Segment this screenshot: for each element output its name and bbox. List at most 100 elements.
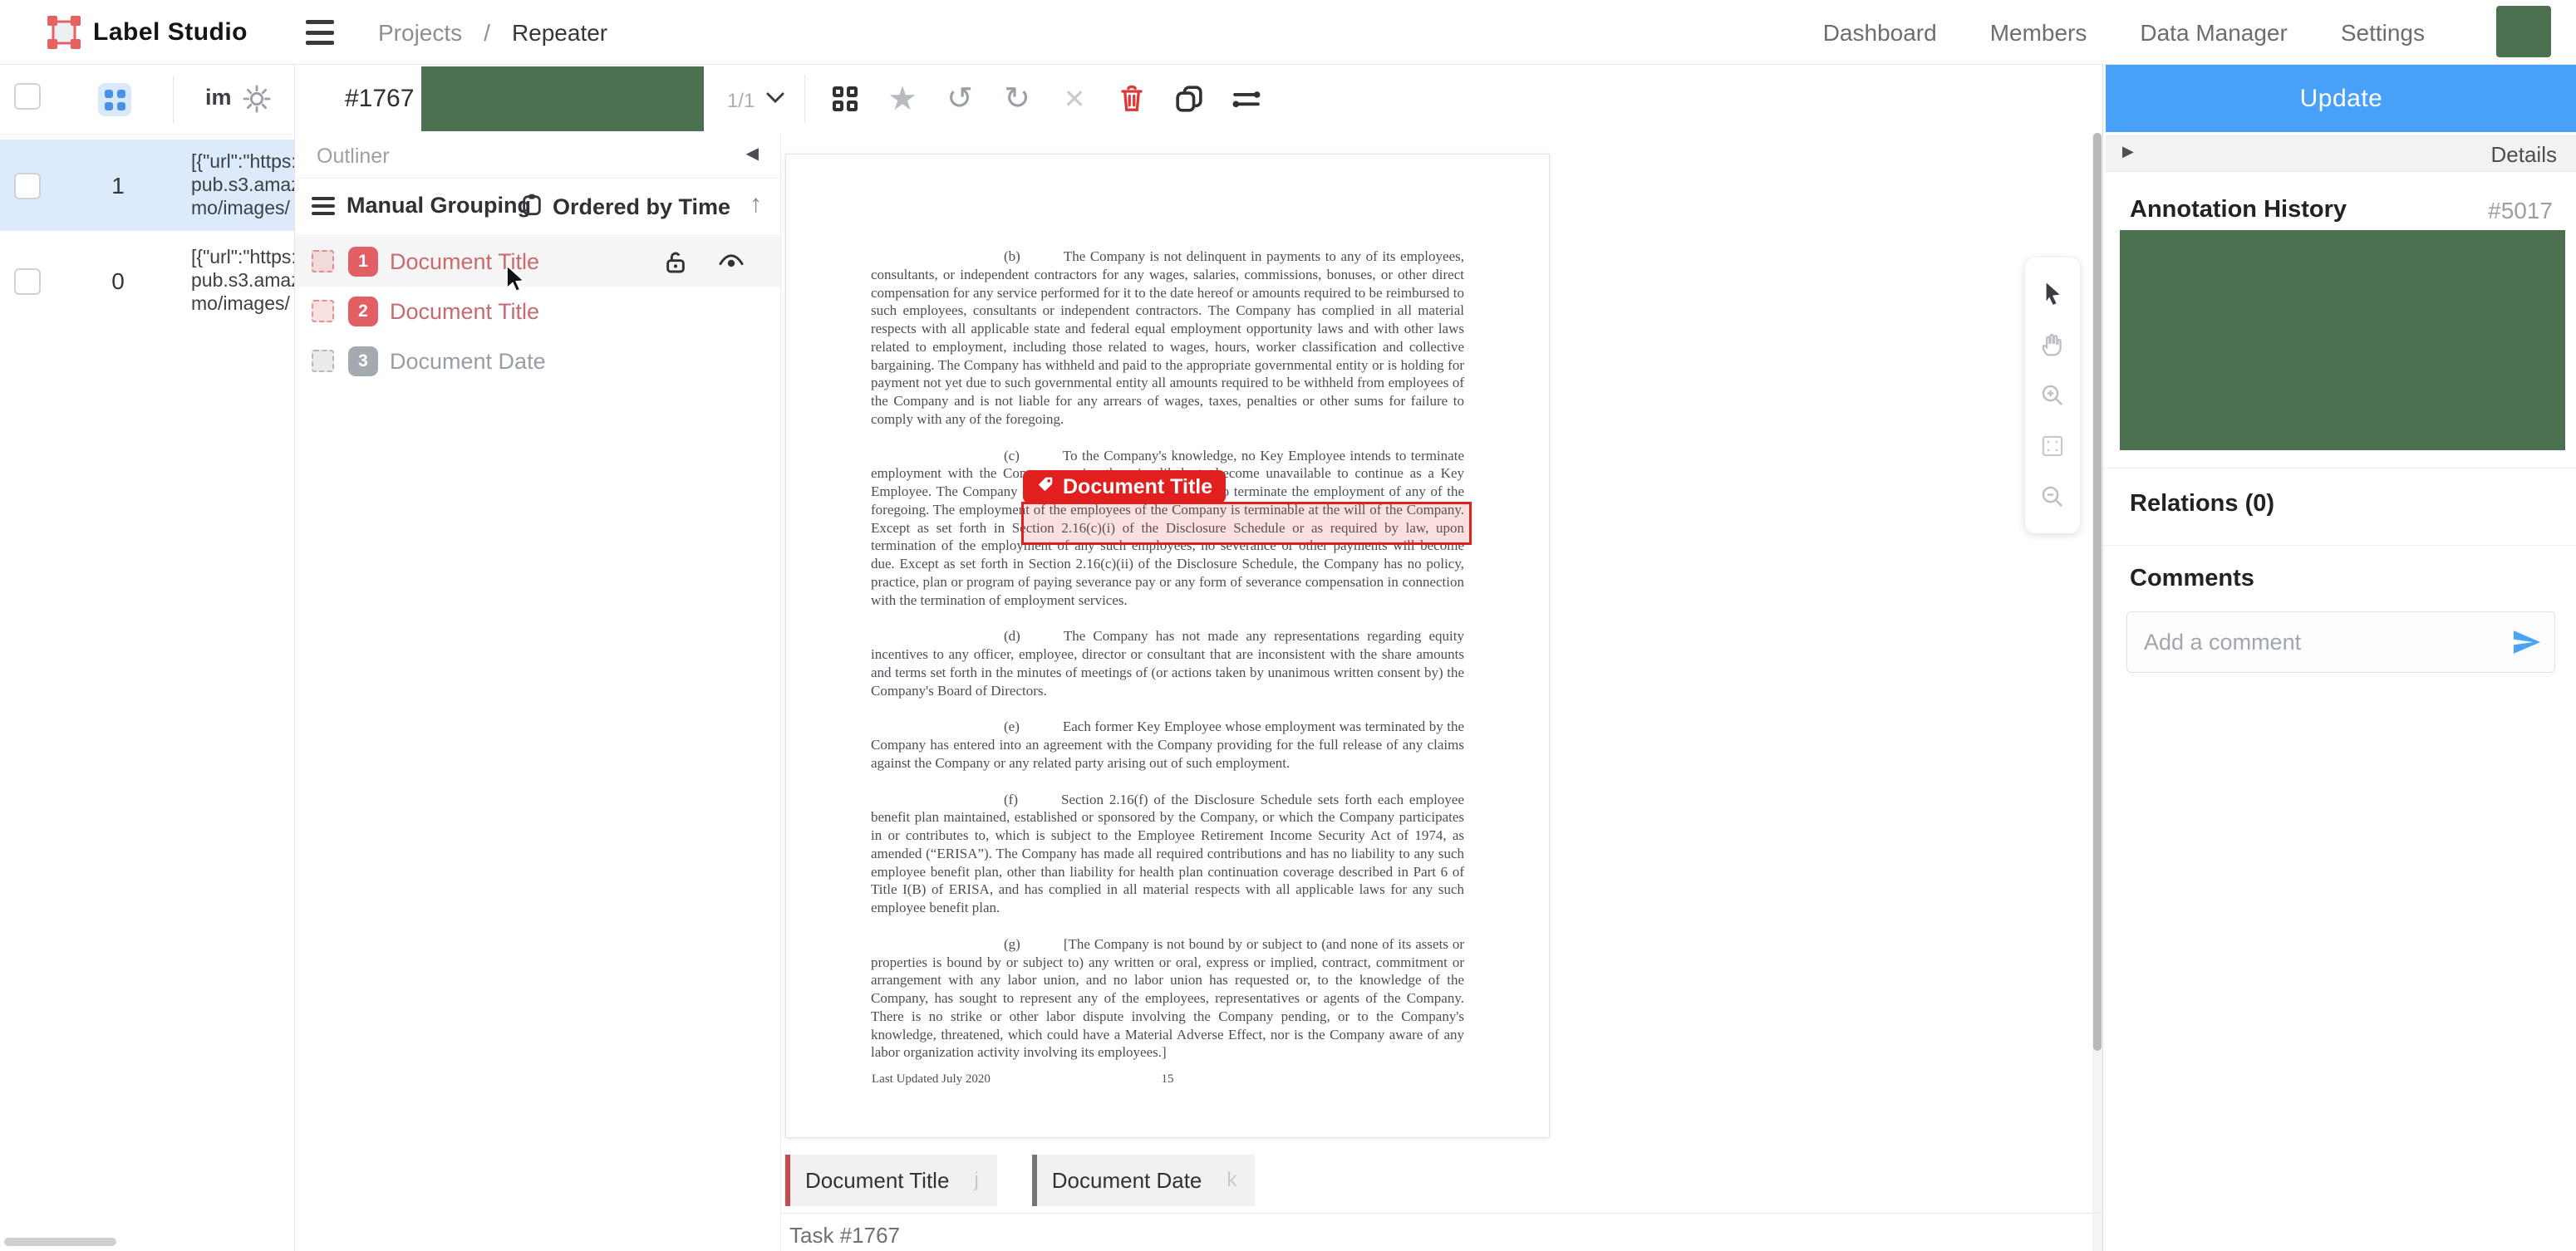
redacted-history-block (2120, 230, 2565, 450)
zoom-in-tool-icon[interactable] (2036, 379, 2069, 412)
collapse-panel-icon[interactable]: ◀ (746, 143, 759, 164)
toolbar-divider (804, 75, 805, 123)
document-image[interactable]: (b)The Company is not delinquent in paym… (785, 154, 1550, 1138)
task-checkbox[interactable] (14, 173, 41, 199)
annotation-id: #5017 (2488, 198, 2553, 224)
ordering-selector[interactable]: Ordered by Time (521, 193, 730, 222)
duplicate-annotation-icon[interactable] (1172, 82, 1206, 115)
region-row-document-title-1[interactable]: 1 Document Title (295, 237, 780, 287)
breadcrumb-separator: / (484, 20, 490, 47)
comment-input[interactable] (2144, 612, 2493, 672)
region-label[interactable]: Document Title (390, 299, 539, 325)
divider (2103, 468, 2576, 469)
top-nav-links: Dashboard Members Data Manager Settings (1823, 20, 2425, 47)
region-index-badge: 2 (348, 297, 378, 326)
task-data-cell: [{"url":"https:/ pub.s3.amaz mo/images/ (191, 150, 294, 219)
task-footer-label: Task #1767 (789, 1223, 900, 1249)
task-row[interactable]: 0 [{"url":"https:/ pub.s3.amaz mo/images… (0, 235, 294, 326)
ground-truth-star-icon[interactable]: ★ (886, 82, 919, 115)
region-label[interactable]: Document Date (390, 349, 546, 375)
region-index-badge: 3 (348, 346, 378, 376)
task-data-cell: [{"url":"https:/ pub.s3.amaz mo/images/ (191, 245, 294, 315)
user-avatar[interactable] (2496, 6, 2551, 57)
region-row-document-date[interactable]: 3 Document Date (295, 336, 780, 386)
outliner-title: Outliner (317, 145, 390, 169)
horizontal-scrollbar[interactable] (4, 1238, 116, 1246)
redacted-annotator-info (421, 66, 704, 131)
label-chips-row: Document Titlej Document Datek (785, 1155, 1255, 1206)
annotation-canvas[interactable]: (b)The Company is not delinquent in paym… (781, 133, 2102, 1251)
clipboard-icon (521, 193, 543, 222)
redo-icon[interactable]: ↻ (1000, 82, 1034, 115)
task-annotation-count: 1 (100, 173, 136, 199)
task-list-panel: im 1 [{"url":"https:/ pub.s3.amaz mo/ima… (0, 65, 295, 1251)
comments-title: Comments (2130, 565, 2254, 592)
fit-to-screen-tool-icon[interactable] (2036, 429, 2069, 463)
task-list-header: im (0, 65, 294, 135)
update-button[interactable]: Update (2106, 65, 2576, 132)
region-index-badge: 1 (348, 247, 378, 277)
grouping-selector[interactable]: Manual Grouping (312, 193, 531, 218)
details-header: ▶ Details (2106, 135, 2576, 172)
comment-box (2126, 611, 2555, 673)
list-icon (312, 197, 335, 215)
nav-data-manager[interactable]: Data Manager (2140, 20, 2287, 47)
task-id-label: #1767 (345, 85, 414, 113)
reset-icon[interactable]: ✕ (1058, 82, 1091, 115)
region-row-document-title-2[interactable]: 2 Document Title (295, 287, 780, 336)
visibility-eye-icon[interactable] (717, 248, 745, 277)
label-chip-document-title[interactable]: Document Titlej (785, 1155, 997, 1206)
nav-settings[interactable]: Settings (2341, 20, 2425, 47)
region-thumbnail-icon (312, 350, 334, 372)
top-nav: Label Studio Projects / Repeater Dashboa… (0, 0, 2576, 65)
annotation-pager: 1/1 (727, 90, 755, 113)
sort-direction-up-icon[interactable]: ↑ (750, 190, 762, 218)
pan-hand-tool-icon[interactable] (2036, 328, 2069, 361)
tag-icon (1036, 473, 1054, 500)
unlock-icon[interactable] (662, 248, 691, 277)
view-all-grid-icon[interactable] (828, 82, 862, 115)
chevron-down-icon[interactable] (764, 90, 786, 109)
details-label: Details (2491, 142, 2557, 168)
outliner-controls: Manual Grouping Ordered by Time ↑ (295, 178, 780, 236)
nav-dashboard[interactable]: Dashboard (1823, 20, 1937, 47)
grid-view-icon[interactable] (98, 83, 131, 116)
annotation-history-title: Annotation History (2130, 196, 2347, 223)
canvas-tool-palette (2025, 258, 2080, 533)
breadcrumb-projects[interactable]: Projects (378, 20, 462, 47)
pointer-tool-icon[interactable] (2036, 277, 2069, 311)
hotkey-hint: j (974, 1169, 978, 1192)
task-annotation-count: 0 (100, 268, 136, 295)
expand-panel-icon[interactable]: ▶ (2122, 143, 2134, 160)
compare-swap-arrows-icon[interactable] (1230, 82, 1263, 115)
canvas-scrollbar[interactable] (2092, 133, 2102, 1251)
app-title: Label Studio (93, 18, 248, 47)
document-page-number: 15 (786, 1072, 1549, 1087)
annotation-label-chip[interactable]: Document Title (1023, 470, 1226, 503)
task-checkbox[interactable] (14, 268, 41, 295)
label-studio-logo-icon (47, 15, 81, 50)
divider (2103, 545, 2576, 546)
delete-trash-icon[interactable] (1115, 82, 1148, 115)
annotation-bounding-box[interactable] (1021, 502, 1472, 545)
zoom-out-tool-icon[interactable] (2036, 480, 2069, 513)
region-thumbnail-icon (312, 250, 334, 272)
annotation-toolbar: #1767 1/1 ★ ↺ ↻ ✕ (295, 65, 2102, 133)
label-chip-document-date[interactable]: Document Datek (1032, 1155, 1256, 1206)
hotkey-hint: k (1227, 1169, 1236, 1192)
image-column-label: im (205, 85, 232, 110)
column-divider (173, 76, 174, 123)
relations-title: Relations (0) (2130, 490, 2274, 518)
nav-members[interactable]: Members (1990, 20, 2087, 47)
send-comment-icon[interactable] (2511, 627, 2543, 661)
column-settings-gear-icon[interactable] (241, 83, 273, 119)
region-thumbnail-icon (312, 300, 334, 322)
outliner-panel: Outliner ◀ Manual Grouping Ordered by Ti… (295, 133, 781, 1251)
details-panel: Update ▶ Details Annotation History #501… (2102, 65, 2576, 1251)
select-all-checkbox[interactable] (14, 83, 41, 110)
task-row[interactable]: 1 [{"url":"https:/ pub.s3.amaz mo/images… (0, 140, 294, 231)
mouse-cursor (504, 264, 528, 298)
undo-icon[interactable]: ↺ (943, 82, 976, 115)
hamburger-menu-icon[interactable] (306, 20, 334, 45)
breadcrumb: Projects / Repeater (378, 20, 607, 47)
